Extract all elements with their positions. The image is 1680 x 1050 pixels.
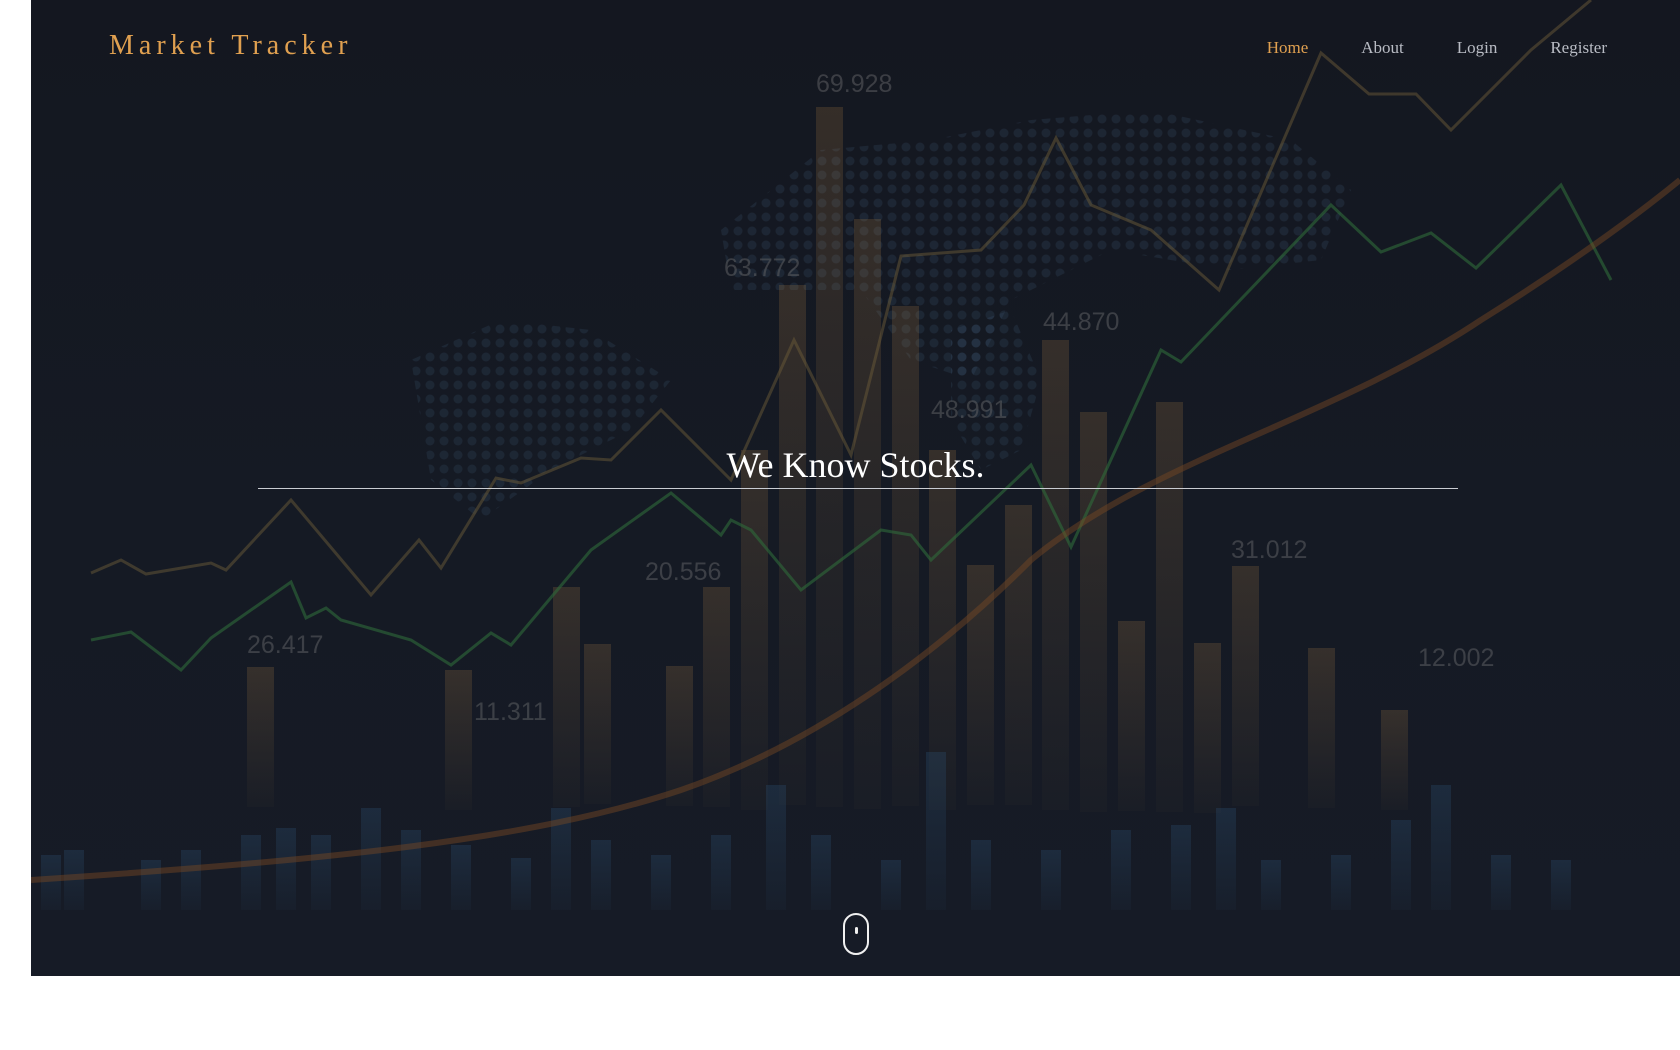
main-nav: Home About Login Register bbox=[1267, 38, 1607, 58]
mouse-scroll-icon[interactable] bbox=[843, 913, 869, 955]
svg-text:44.870: 44.870 bbox=[1043, 308, 1119, 336]
mouse-wheel bbox=[855, 927, 858, 934]
svg-text:11.311: 11.311 bbox=[474, 698, 547, 726]
nav-home[interactable]: Home bbox=[1267, 38, 1309, 58]
svg-text:12.002: 12.002 bbox=[1418, 644, 1494, 672]
brand-logo[interactable]: Market Tracker bbox=[109, 30, 352, 62]
svg-text:63.772: 63.772 bbox=[724, 254, 800, 282]
nav-register[interactable]: Register bbox=[1550, 38, 1607, 58]
svg-text:31.012: 31.012 bbox=[1231, 536, 1307, 564]
svg-text:20.556: 20.556 bbox=[645, 558, 721, 586]
hero-headline: We Know Stocks. bbox=[726, 445, 985, 485]
svg-text:26.417: 26.417 bbox=[247, 631, 323, 659]
hero-section: 69.928 63.772 44.870 48.991 26.417 11.31… bbox=[31, 0, 1680, 976]
nav-about[interactable]: About bbox=[1361, 38, 1404, 58]
nav-login[interactable]: Login bbox=[1457, 38, 1498, 58]
svg-text:48.991: 48.991 bbox=[931, 396, 1007, 424]
svg-text:69.928: 69.928 bbox=[816, 70, 892, 98]
headline-divider bbox=[258, 488, 1458, 489]
